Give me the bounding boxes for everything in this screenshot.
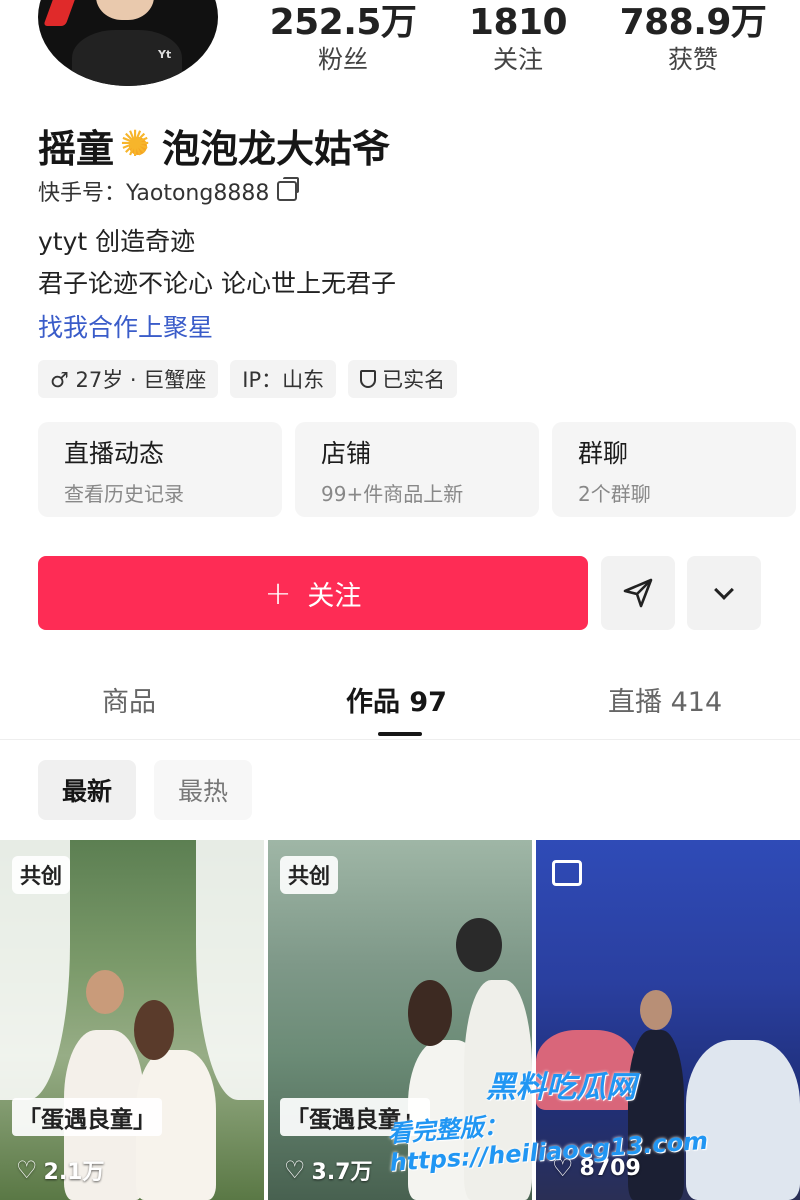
card-live-history[interactable]: 直播动态 查看历史记录 [38, 422, 282, 517]
avatar[interactable]: Yt [38, 0, 218, 86]
like-count: 3.7万 [311, 1160, 373, 1185]
bio-line: 君子论迹不论心 论心世上无君子 [38, 269, 396, 298]
sort-options: 最新 最热 [38, 760, 253, 820]
stat-value: 1810 [468, 2, 568, 43]
figure-woman-head [408, 980, 452, 1046]
card-title: 直播动态 [64, 439, 165, 468]
collab-link[interactable]: 找我合作上聚星 [38, 308, 213, 344]
curtain-decoration [196, 840, 264, 1100]
tab-products[interactable]: 商品 [102, 680, 156, 719]
sort-latest-button[interactable]: 最新 [38, 760, 137, 820]
co-create-badge: 共创 [280, 856, 338, 894]
more-options-button[interactable] [687, 556, 761, 630]
heart-icon: ♡ [284, 1156, 306, 1184]
stat-followers[interactable]: 252.5万 粉丝 [268, 2, 418, 76]
stat-label: 粉丝 [317, 45, 368, 74]
stat-following[interactable]: 1810 关注 [443, 2, 593, 76]
card-title: 群聊 [578, 439, 629, 468]
follow-button[interactable]: + 关注 [38, 556, 588, 630]
tag-label: ♂ 27岁 · 巨蟹座 [50, 368, 207, 392]
sun-icon [120, 124, 156, 165]
stat-label: 获赞 [667, 45, 718, 74]
shield-icon [360, 370, 377, 388]
send-icon [623, 578, 653, 608]
chevron-down-icon [714, 580, 734, 600]
video-likes: ♡ 3.7万 [284, 1154, 373, 1186]
image-icon [552, 860, 582, 886]
stat-likes[interactable]: 788.9万 获赞 [618, 2, 768, 76]
heart-icon: ♡ [16, 1156, 38, 1184]
figure-woman-head [134, 1000, 174, 1060]
sort-hottest-button[interactable]: 最热 [154, 760, 253, 820]
tag-label: IP：山东 [242, 368, 325, 392]
avatar-shirt-logo: Yt [158, 48, 172, 61]
card-subtitle: 2个群聊 [578, 482, 651, 506]
figure-man-head [456, 918, 502, 972]
like-count: 2.1万 [43, 1160, 105, 1185]
card-title: 店铺 [321, 439, 372, 468]
video-thumbnail[interactable]: 共创 「蛋遇良童」 ♡ 2.1万 [0, 840, 264, 1200]
plus-icon: + [264, 574, 292, 612]
tag-verified: 已实名 [348, 360, 458, 398]
profile-name-suffix: 泡泡龙大姑爷 [162, 127, 391, 171]
avatar-flame-decoration [43, 0, 83, 26]
figure-man-head [86, 970, 124, 1014]
copy-icon[interactable] [277, 177, 300, 201]
video-caption: 「蛋遇良童」 [12, 1098, 162, 1136]
follow-label: 关注 [307, 580, 362, 612]
tab-works[interactable]: 作品 97 [346, 680, 447, 719]
card-shop[interactable]: 店铺 99+件商品上新 [295, 422, 539, 517]
tag-age-zodiac: ♂ 27岁 · 巨蟹座 [38, 360, 219, 398]
video-likes: ♡ 2.1万 [16, 1154, 105, 1186]
tab-active-indicator [378, 732, 422, 736]
stat-value: 252.5万 [269, 2, 417, 43]
bio-line: ytyt 创造奇迹 [38, 227, 196, 256]
account-id-row: 快手号：Yaotong8888 [38, 175, 300, 207]
account-id: 快手号：Yaotong8888 [38, 181, 270, 206]
stat-label: 关注 [492, 45, 543, 74]
tab-live[interactable]: 直播 414 [608, 680, 722, 719]
profile-stats: 252.5万 粉丝 1810 关注 788.9万 获赞 [268, 2, 768, 76]
card-subtitle: 查看历史记录 [64, 482, 184, 506]
tag-ip-location: IP：山东 [230, 360, 337, 398]
card-subtitle: 99+件商品上新 [321, 482, 464, 506]
profile-name-prefix: 摇童 [38, 127, 115, 171]
avatar-face [96, 0, 154, 20]
tag-label: 已实名 [382, 368, 446, 392]
send-message-button[interactable] [601, 556, 675, 630]
profile-tags: ♂ 27岁 · 巨蟹座 IP：山东 已实名 [38, 360, 458, 398]
card-group-chat[interactable]: 群聊 2个群聊 [552, 422, 796, 517]
stat-value: 788.9万 [619, 2, 767, 43]
figure-performer-head [640, 990, 672, 1030]
content-tabs: 商品 作品 97 直播 414 [0, 670, 800, 740]
co-create-badge: 共创 [12, 856, 70, 894]
feature-cards: 直播动态 查看历史记录 店铺 99+件商品上新 群聊 2个群聊 [38, 422, 796, 517]
profile-name: 摇童 泡泡龙大姑爷 [38, 118, 390, 173]
